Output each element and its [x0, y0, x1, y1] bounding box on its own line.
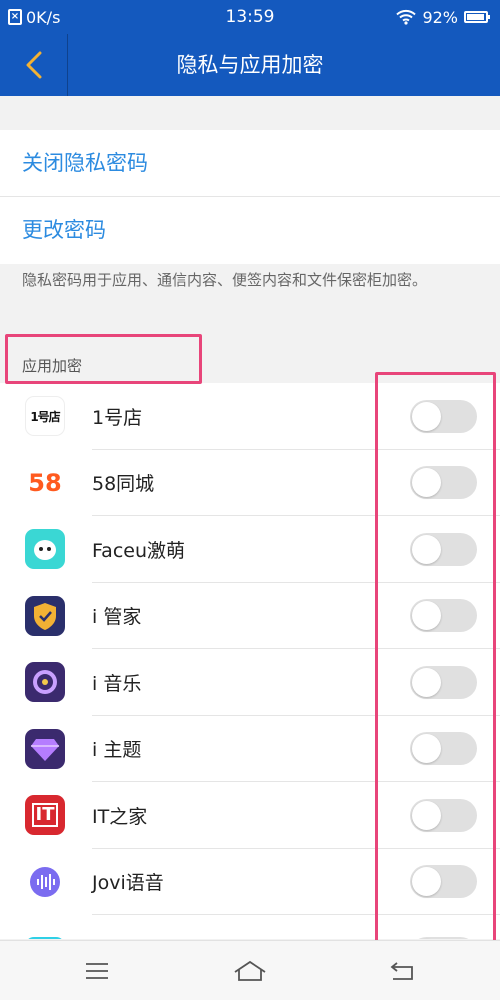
app-name: i 音乐	[92, 672, 142, 695]
status-bar: × 0K/s 13:59 92%	[0, 0, 500, 34]
app-name: 58同城	[92, 473, 155, 496]
highlight-box-section	[5, 334, 202, 384]
yhd-icon: 1号店	[25, 396, 65, 437]
app-name: i 主题	[92, 739, 142, 762]
app-bar: 隐私与应用加密	[0, 34, 500, 96]
app-name: Jovi语音	[92, 872, 164, 895]
navigation-bar	[0, 940, 500, 1000]
back-nav-button[interactable]	[362, 941, 442, 1000]
wifi-icon	[396, 9, 417, 25]
app-name: IT之家	[92, 805, 148, 828]
battery-icon	[464, 11, 490, 23]
menu-icon	[86, 963, 108, 979]
home-button[interactable]	[210, 941, 290, 1000]
app-name: Faceu激萌	[92, 539, 186, 562]
home-icon	[234, 960, 266, 981]
shield-icon	[25, 595, 65, 636]
voice-wave-icon	[25, 861, 65, 902]
status-right: 92%	[396, 7, 490, 27]
menu-button[interactable]	[57, 941, 137, 1000]
faceu-icon	[25, 529, 65, 570]
return-icon	[390, 962, 413, 980]
change-password-option[interactable]: 更改密码	[0, 197, 500, 264]
app-icon-partial	[25, 937, 65, 939]
highlight-box-toggles	[375, 372, 496, 945]
diamond-icon	[25, 728, 65, 769]
password-options: 关闭隐私密码 更改密码	[0, 130, 500, 264]
battery-percent: 92%	[422, 7, 458, 27]
ithome-icon: IT	[25, 795, 65, 836]
page-title: 隐私与应用加密	[176, 53, 324, 77]
app-name: 1号店	[92, 406, 143, 429]
app-name: i 管家	[92, 606, 142, 629]
close-privacy-password-option[interactable]: 关闭隐私密码	[0, 130, 500, 197]
58-icon: 58	[25, 462, 65, 503]
music-disc-icon	[25, 662, 65, 703]
privacy-note: 隐私密码用于应用、通信内容、便签内容和文件保密柜加密。	[22, 271, 428, 289]
